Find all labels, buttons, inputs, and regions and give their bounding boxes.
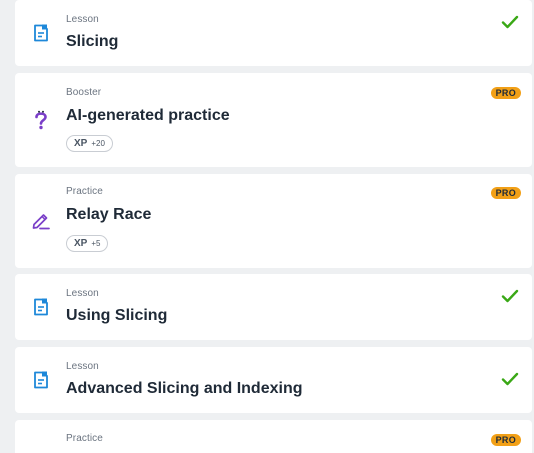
checkmark-icon <box>501 15 519 29</box>
pencil-icon <box>32 214 50 230</box>
question-mark-icon <box>35 110 47 130</box>
list-item-slicing[interactable]: Lesson Slicing <box>15 0 532 66</box>
pro-badge: PRO <box>490 87 521 99</box>
lesson-document-icon <box>34 371 48 389</box>
list-item-using-slicing[interactable]: Lesson Using Slicing <box>15 274 532 340</box>
pro-badge: PRO <box>490 187 521 199</box>
item-kind: Practice <box>66 433 103 444</box>
xp-badge: XP +5 <box>66 235 109 252</box>
item-title: Advanced Slicing and Indexing <box>66 380 303 397</box>
item-kind: Lesson <box>66 361 99 372</box>
item-title: AI-generated practice <box>66 107 230 124</box>
item-kind: Lesson <box>66 14 99 25</box>
xp-value: +20 <box>91 139 105 148</box>
xp-badge: XP +20 <box>66 135 113 152</box>
item-kind: Practice <box>66 186 103 197</box>
checkmark-icon <box>501 289 519 303</box>
list-item-practice[interactable]: Practice PRO <box>15 420 532 453</box>
item-title: Slicing <box>66 33 119 50</box>
xp-label: XP <box>74 238 88 249</box>
item-title: Using Slicing <box>66 307 168 324</box>
pro-badge: PRO <box>490 434 521 446</box>
lesson-list: Lesson Slicing Booster AI-generated prac… <box>0 0 534 453</box>
checkmark-icon <box>501 372 519 386</box>
list-item-advanced-slicing-and-indexing[interactable]: Lesson Advanced Slicing and Indexing <box>15 347 532 413</box>
item-kind: Lesson <box>66 288 99 299</box>
xp-label: XP <box>74 138 88 149</box>
list-item-relay-race[interactable]: Practice Relay Race XP +5 PRO <box>15 174 532 268</box>
xp-value: +5 <box>91 239 101 248</box>
item-title: Relay Race <box>66 206 152 223</box>
list-item-ai-generated-practice[interactable]: Booster AI-generated practice XP +20 PRO <box>15 73 532 167</box>
lesson-document-icon <box>34 298 48 316</box>
lesson-document-icon <box>34 24 48 42</box>
item-kind: Booster <box>66 87 102 98</box>
